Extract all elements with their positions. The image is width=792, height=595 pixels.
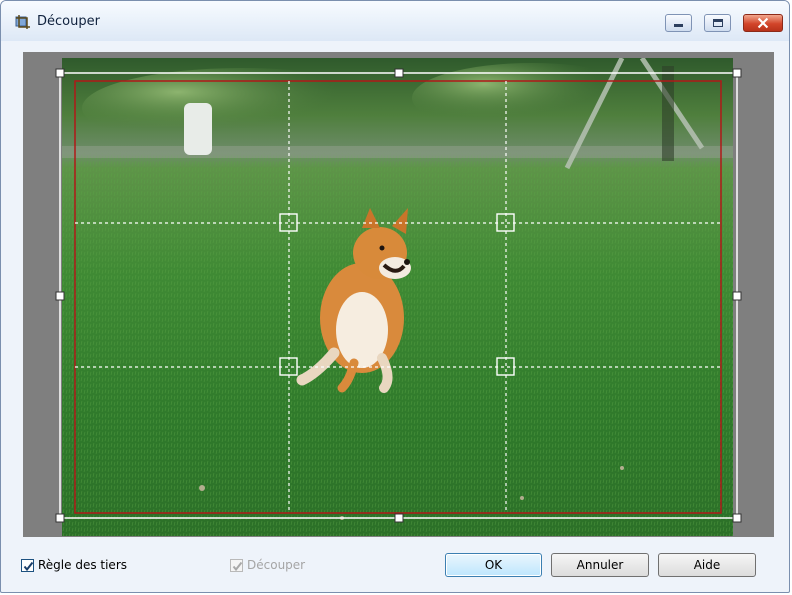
crop-preview-area [23, 52, 774, 537]
cancel-button[interactable]: Annuler [551, 553, 649, 577]
minimize-button[interactable] [665, 14, 692, 32]
crop-selection-area[interactable] [54, 67, 743, 524]
minimize-icon [674, 24, 683, 27]
rule-of-thirds-checkbox[interactable]: Règle des tiers [21, 557, 127, 573]
rule-of-thirds-label: Règle des tiers [38, 558, 128, 572]
maximize-icon [713, 19, 723, 27]
close-icon [757, 17, 769, 29]
crop-label: Découper [247, 558, 306, 572]
crop-dialog: Découper Règle des tiers Découper OK Ann… [0, 0, 790, 593]
crop-check-box[interactable] [230, 558, 243, 572]
crop-icon [15, 15, 30, 29]
dialog-footer: Règle des tiers Découper OK Annuler Aide [1, 541, 789, 592]
crop-checkbox[interactable]: Découper [230, 557, 305, 573]
close-button[interactable] [743, 14, 783, 32]
title-bar[interactable]: Découper [1, 1, 789, 41]
checkmark-icon [232, 561, 243, 571]
checkmark-icon [23, 561, 34, 571]
help-button[interactable]: Aide [658, 553, 756, 577]
ok-button[interactable]: OK [445, 553, 542, 577]
window-title: Découper [37, 14, 100, 29]
rule-of-thirds-check-box[interactable] [21, 558, 34, 572]
maximize-button[interactable] [704, 14, 731, 32]
